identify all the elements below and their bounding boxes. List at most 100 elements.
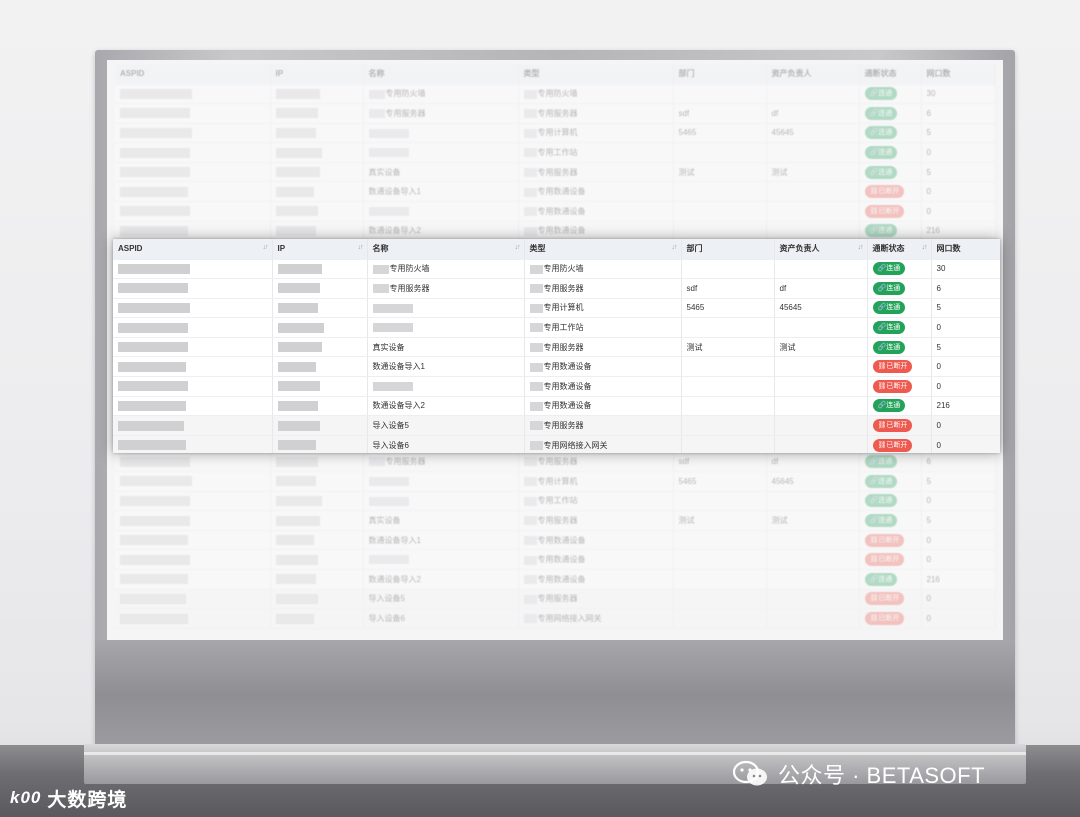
column-header-status[interactable]: 通断状态 ↓↑ bbox=[867, 239, 932, 260]
table-row[interactable]: 专用数通设备 ⛓已断开 0 bbox=[113, 376, 1000, 397]
status-badge[interactable]: 🔗连通 bbox=[872, 262, 906, 276]
status-badge[interactable]: ⛓已断开 bbox=[872, 419, 913, 433]
cell-type: 专用工作站 bbox=[518, 142, 674, 163]
cell-owner bbox=[774, 356, 868, 378]
redacted-block bbox=[277, 263, 322, 274]
redacted-block bbox=[120, 574, 188, 585]
cell-owner bbox=[774, 259, 868, 280]
cell-owner bbox=[766, 84, 860, 105]
bg-column-header: ASPID bbox=[115, 64, 271, 85]
cell-name bbox=[363, 142, 519, 163]
table-row: 数通设备导入2 专用数通设备 🔗连通 216 bbox=[115, 221, 996, 242]
status-badge: ⛓已断开 bbox=[864, 533, 905, 547]
status-badge[interactable]: ⛓已断开 bbox=[872, 360, 913, 374]
cell-dept bbox=[673, 530, 767, 551]
cell-dept bbox=[673, 608, 767, 629]
redacted-block bbox=[523, 477, 537, 487]
table-row: 真实设备 专用服务器 测试 测试 🔗连通 5 bbox=[115, 162, 996, 183]
redacted-block bbox=[529, 323, 543, 333]
cell-owner: 45645 bbox=[766, 471, 860, 492]
cell-type: 专用服务器 bbox=[518, 162, 674, 183]
cell-ports: 6 bbox=[921, 103, 996, 124]
cell-dept: 测试 bbox=[681, 337, 775, 358]
column-header-ports[interactable]: 网口数 bbox=[931, 239, 1000, 260]
redacted-block bbox=[529, 441, 543, 451]
cell-dept bbox=[673, 221, 767, 242]
cell-type: 专用服务器 bbox=[518, 452, 674, 473]
status-badge[interactable]: 🔗连通 bbox=[872, 301, 906, 315]
sort-icon[interactable]: ↓↑ bbox=[515, 244, 521, 251]
cell-owner: df bbox=[766, 452, 860, 473]
cell-name: 真实设备 bbox=[363, 510, 519, 531]
status-badge[interactable]: 🔗连通 bbox=[872, 340, 906, 354]
table-row[interactable]: 真实设备 专用服务器 测试 测试 🔗连通 5 bbox=[113, 337, 1000, 358]
sort-icon[interactable]: ↓↑ bbox=[672, 244, 678, 251]
cell-owner: df bbox=[766, 103, 860, 124]
link-icon: 🔗 bbox=[877, 265, 887, 273]
sort-icon[interactable]: ↓↑ bbox=[263, 244, 269, 251]
redacted-block bbox=[275, 574, 316, 585]
cell-aspid bbox=[113, 415, 273, 436]
table-row[interactable]: 专用计算机 5465 45645 🔗连通 5 bbox=[113, 298, 1000, 319]
table-row: 专用工作站 🔗连通 0 bbox=[115, 491, 996, 512]
table-row[interactable]: 导入设备5 专用服务器 ⛓已断开 0 bbox=[113, 415, 1000, 436]
link-icon: 🔗 bbox=[877, 284, 887, 292]
column-header-owner[interactable]: 资产负责人 ↓↑ bbox=[774, 239, 868, 260]
redacted-block bbox=[275, 225, 316, 236]
link-icon: 🔗 bbox=[877, 324, 887, 332]
cell-ip bbox=[272, 376, 368, 397]
cell-dept bbox=[681, 317, 775, 338]
column-header-dept[interactable]: 部门 bbox=[681, 239, 775, 260]
table-row[interactable]: 专用防火墙 专用防火墙 🔗连通 30 bbox=[113, 259, 1000, 280]
status-badge[interactable]: ⛓已断开 bbox=[872, 379, 913, 393]
column-header-aspid[interactable]: ASPID ↓↑ bbox=[113, 239, 273, 260]
column-header-type[interactable]: 类型 ↓↑ bbox=[524, 239, 682, 260]
cell-aspid bbox=[115, 491, 271, 512]
column-header-ip[interactable]: IP ↓↑ bbox=[272, 239, 368, 260]
cell-name: 专用服务器 bbox=[363, 452, 519, 473]
redacted-block bbox=[275, 456, 318, 467]
cell-ip bbox=[270, 123, 364, 144]
table-row[interactable]: 导入设备6 专用网络接入网关 ⛓已断开 0 bbox=[113, 435, 1000, 453]
cell-aspid bbox=[115, 589, 271, 610]
sort-icon[interactable]: ↓↑ bbox=[858, 244, 864, 251]
cell-status: 🔗连通 bbox=[859, 491, 922, 512]
cell-owner bbox=[774, 435, 868, 453]
redacted-block bbox=[275, 206, 318, 217]
redacted-block bbox=[275, 88, 320, 99]
cell-type: 专用数通设备 bbox=[518, 201, 674, 222]
link-icon: 🔗 bbox=[869, 477, 879, 485]
table-row[interactable]: 数通设备导入2 专用数通设备 🔗连通 216 bbox=[113, 396, 1000, 417]
sort-icon[interactable]: ↓↑ bbox=[358, 244, 364, 251]
cell-name bbox=[363, 201, 519, 222]
link-icon: 🔗 bbox=[869, 90, 879, 98]
cell-name: 数通设备导入2 bbox=[363, 569, 519, 590]
cell-owner: df bbox=[774, 278, 868, 299]
watermark-right-text: 公众号 · BETASOFT bbox=[778, 763, 986, 788]
link-icon: 🔗 bbox=[869, 129, 879, 137]
cell-status: 🔗连通 bbox=[867, 317, 932, 338]
cell-type: 专用网络接入网关 bbox=[524, 435, 682, 453]
table-row[interactable]: 数通设备导入1 专用数通设备 ⛓已断开 0 bbox=[113, 356, 1000, 378]
table-row[interactable]: 专用服务器 专用服务器 sdf df 🔗连通 6 bbox=[113, 278, 1000, 299]
status-badge[interactable]: 🔗连通 bbox=[872, 321, 906, 335]
cell-aspid bbox=[113, 396, 273, 417]
cell-type: 专用计算机 bbox=[518, 123, 674, 144]
status-badge[interactable]: 🔗连通 bbox=[872, 399, 906, 413]
status-badge[interactable]: 🔗连通 bbox=[872, 281, 906, 295]
table-row: 导入设备5 专用服务器 ⛓已断开 0 bbox=[115, 589, 996, 610]
sort-icon[interactable]: ↓↑ bbox=[922, 244, 928, 251]
cell-type: 专用数通设备 bbox=[518, 530, 674, 551]
cell-dept bbox=[673, 84, 767, 105]
table-row: 专用计算机 5465 45645 🔗连通 5 bbox=[115, 471, 996, 492]
status-badge[interactable]: ⛓已断开 bbox=[872, 438, 913, 452]
status-badge: 🔗连通 bbox=[864, 455, 898, 469]
table-row[interactable]: 专用工作站 🔗连通 0 bbox=[113, 317, 1000, 338]
column-header-name[interactable]: 名称 ↓↑ bbox=[367, 239, 525, 260]
asset-table: ASPID ↓↑ IP ↓↑ 名称 ↓↑ 类型 ↓↑ 部门 资产负责人 ↓↑ 通断状态 ↓↑… bbox=[113, 239, 1000, 453]
redacted-block bbox=[368, 207, 409, 217]
cell-dept bbox=[681, 376, 775, 397]
redacted-block bbox=[275, 167, 320, 178]
redacted-block bbox=[368, 496, 409, 506]
table-row: 专用数通设备 ⛓已断开 0 bbox=[115, 549, 996, 571]
